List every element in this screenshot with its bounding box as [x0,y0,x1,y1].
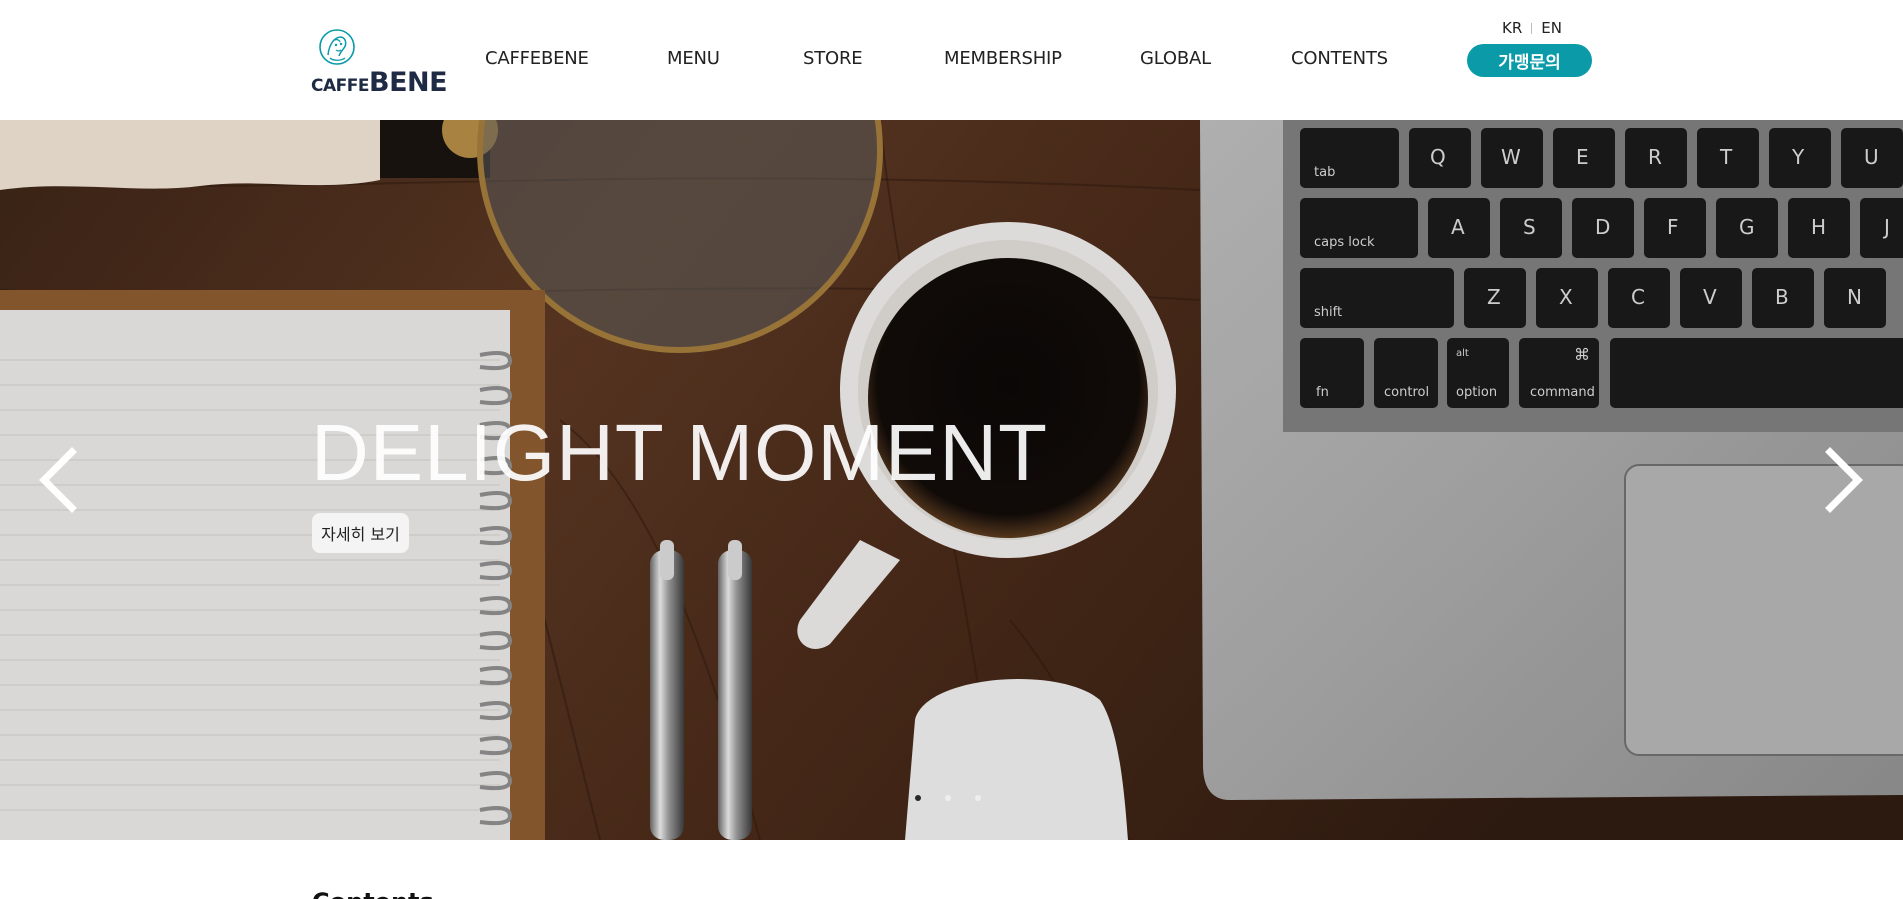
contents-section-title: Contents [312,888,434,899]
franchise-inquiry-button[interactable]: 가맹문의 [1467,44,1592,77]
slider-dot-1[interactable] [915,795,921,801]
nav-item-global[interactable]: GLOBAL [1140,48,1211,69]
hero-title: DELIGHT MOMENT [311,408,1049,497]
slider-prev-button[interactable] [30,440,90,520]
hero-slider: tab Q W E R T Y U caps lock A S D F G H … [0,120,1903,840]
nav-item-caffebene[interactable]: CAFFEBENE [485,48,589,69]
lang-divider [1531,23,1533,34]
nav-item-menu[interactable]: MENU [667,48,720,69]
hero-detail-button[interactable]: 자세히 보기 [312,513,409,553]
nav-item-membership[interactable]: MEMBERSHIP [944,48,1062,69]
logo-caffe-text: CAFFE [311,76,369,96]
slider-next-button[interactable] [1814,440,1874,520]
logo-emblem-icon [319,29,355,65]
slider-dot-3[interactable] [975,795,981,801]
nav-item-store[interactable]: STORE [803,48,863,69]
slider-dot-2[interactable] [945,795,951,801]
site-header: CAFFEBENE CAFFEBENE MENU STORE MEMBERSHI… [0,0,1903,120]
language-switcher: KR EN [1502,19,1562,37]
nav-item-contents[interactable]: CONTENTS [1291,48,1388,69]
slider-pagination [915,795,981,801]
lang-kr-link[interactable]: KR [1502,19,1522,37]
lang-en-link[interactable]: EN [1541,19,1562,37]
logo-wordmark: CAFFEBENE [311,67,448,98]
logo-bene-text: BENE [368,67,448,98]
chevron-right-icon [1825,447,1863,513]
caffebene-logo[interactable]: CAFFEBENE [311,27,448,98]
chevron-left-icon [39,447,77,513]
